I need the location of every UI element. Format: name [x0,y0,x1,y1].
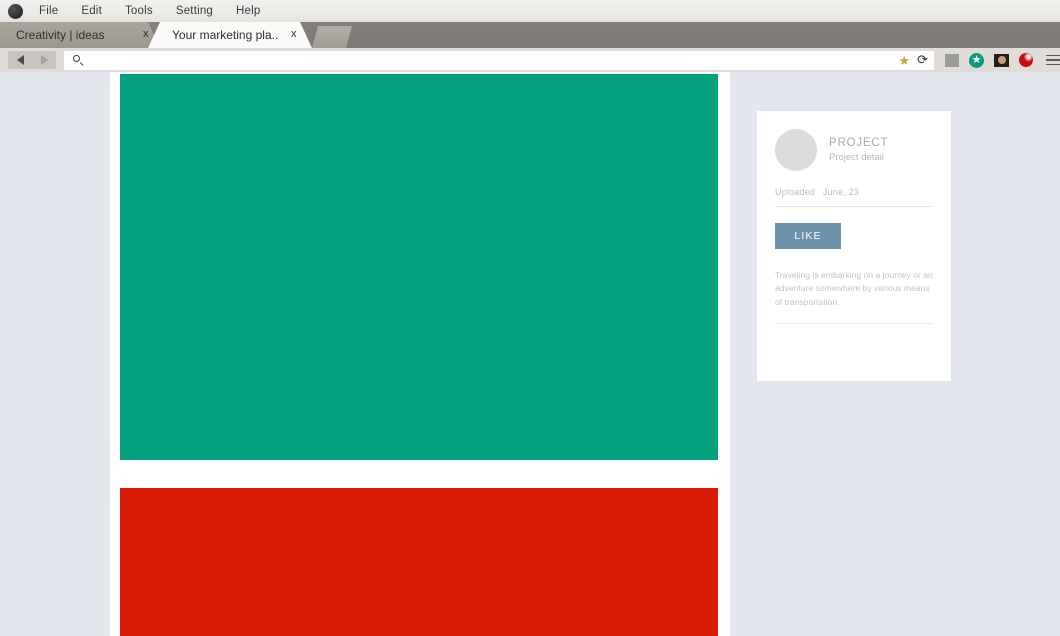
card-divider-bottom [775,322,933,324]
uploaded-row: Uploaded June, 23 [775,187,951,197]
menu-item-file[interactable]: File [39,5,58,17]
red-dot-extension-icon[interactable] [1019,53,1033,67]
menu-item-help[interactable]: Help [236,5,260,17]
red-media-block[interactable] [120,488,718,636]
browser-window: File Edit Tools Setting Help Creativity … [0,0,1060,636]
forward-arrow-icon[interactable] [40,55,48,65]
menu-item-edit[interactable]: Edit [81,5,102,17]
tab-close-icon[interactable]: x [291,28,297,40]
new-tab-button[interactable] [312,26,352,48]
teal-star-extension-icon[interactable]: ★ [969,52,984,68]
tab-strip: Creativity | ideas x Your marketing pla.… [0,22,1060,48]
navigation-buttons [8,51,56,69]
extension-icons: ★ [945,52,1060,68]
hamburger-menu-icon[interactable] [1046,54,1060,66]
avatar [775,129,817,171]
tab-background [0,22,160,48]
browser-toolbar: ★ ⟳ ★ [0,48,1060,72]
tab-your-marketing-plan[interactable]: Your marketing pla.. x [148,22,312,48]
circle-logo-icon [8,3,23,19]
camera-extension-icon[interactable] [994,53,1009,67]
content-column [110,72,730,636]
card-header: PROJECT Project detail [757,111,951,171]
menu-item-setting[interactable]: Setting [176,5,213,17]
card-description: Traveling is embarking on a journey or a… [775,270,933,307]
like-button[interactable]: LIKE [775,223,841,249]
page-title: PROJECT [829,137,889,149]
address-bar-actions: ★ ⟳ [898,51,928,70]
search-icon [73,54,84,66]
page-viewport: PROJECT Project detail Uploaded June, 23… [0,72,1060,636]
tab-creativity-ideas[interactable]: Creativity | ideas x [0,22,160,48]
star-icon[interactable]: ★ [898,54,910,67]
back-arrow-icon[interactable] [16,55,24,65]
card-subtitle: Project detail [829,152,884,163]
tab-background [148,22,312,48]
reload-icon[interactable]: ⟳ [917,54,928,67]
card-header-text: PROJECT Project detail [829,137,888,163]
address-bar[interactable]: ★ ⟳ [64,50,934,70]
application-menu-bar: File Edit Tools Setting Help [0,0,1060,22]
uploaded-date: June, 23 [822,187,859,197]
uploaded-label: Uploaded [775,187,816,197]
menu-item-tools[interactable]: Tools [125,5,153,17]
gray-square-extension-icon[interactable] [945,53,959,67]
green-media-block[interactable] [120,74,718,460]
card-divider-top [775,206,933,207]
project-detail-card: PROJECT Project detail Uploaded June, 23… [757,111,951,381]
